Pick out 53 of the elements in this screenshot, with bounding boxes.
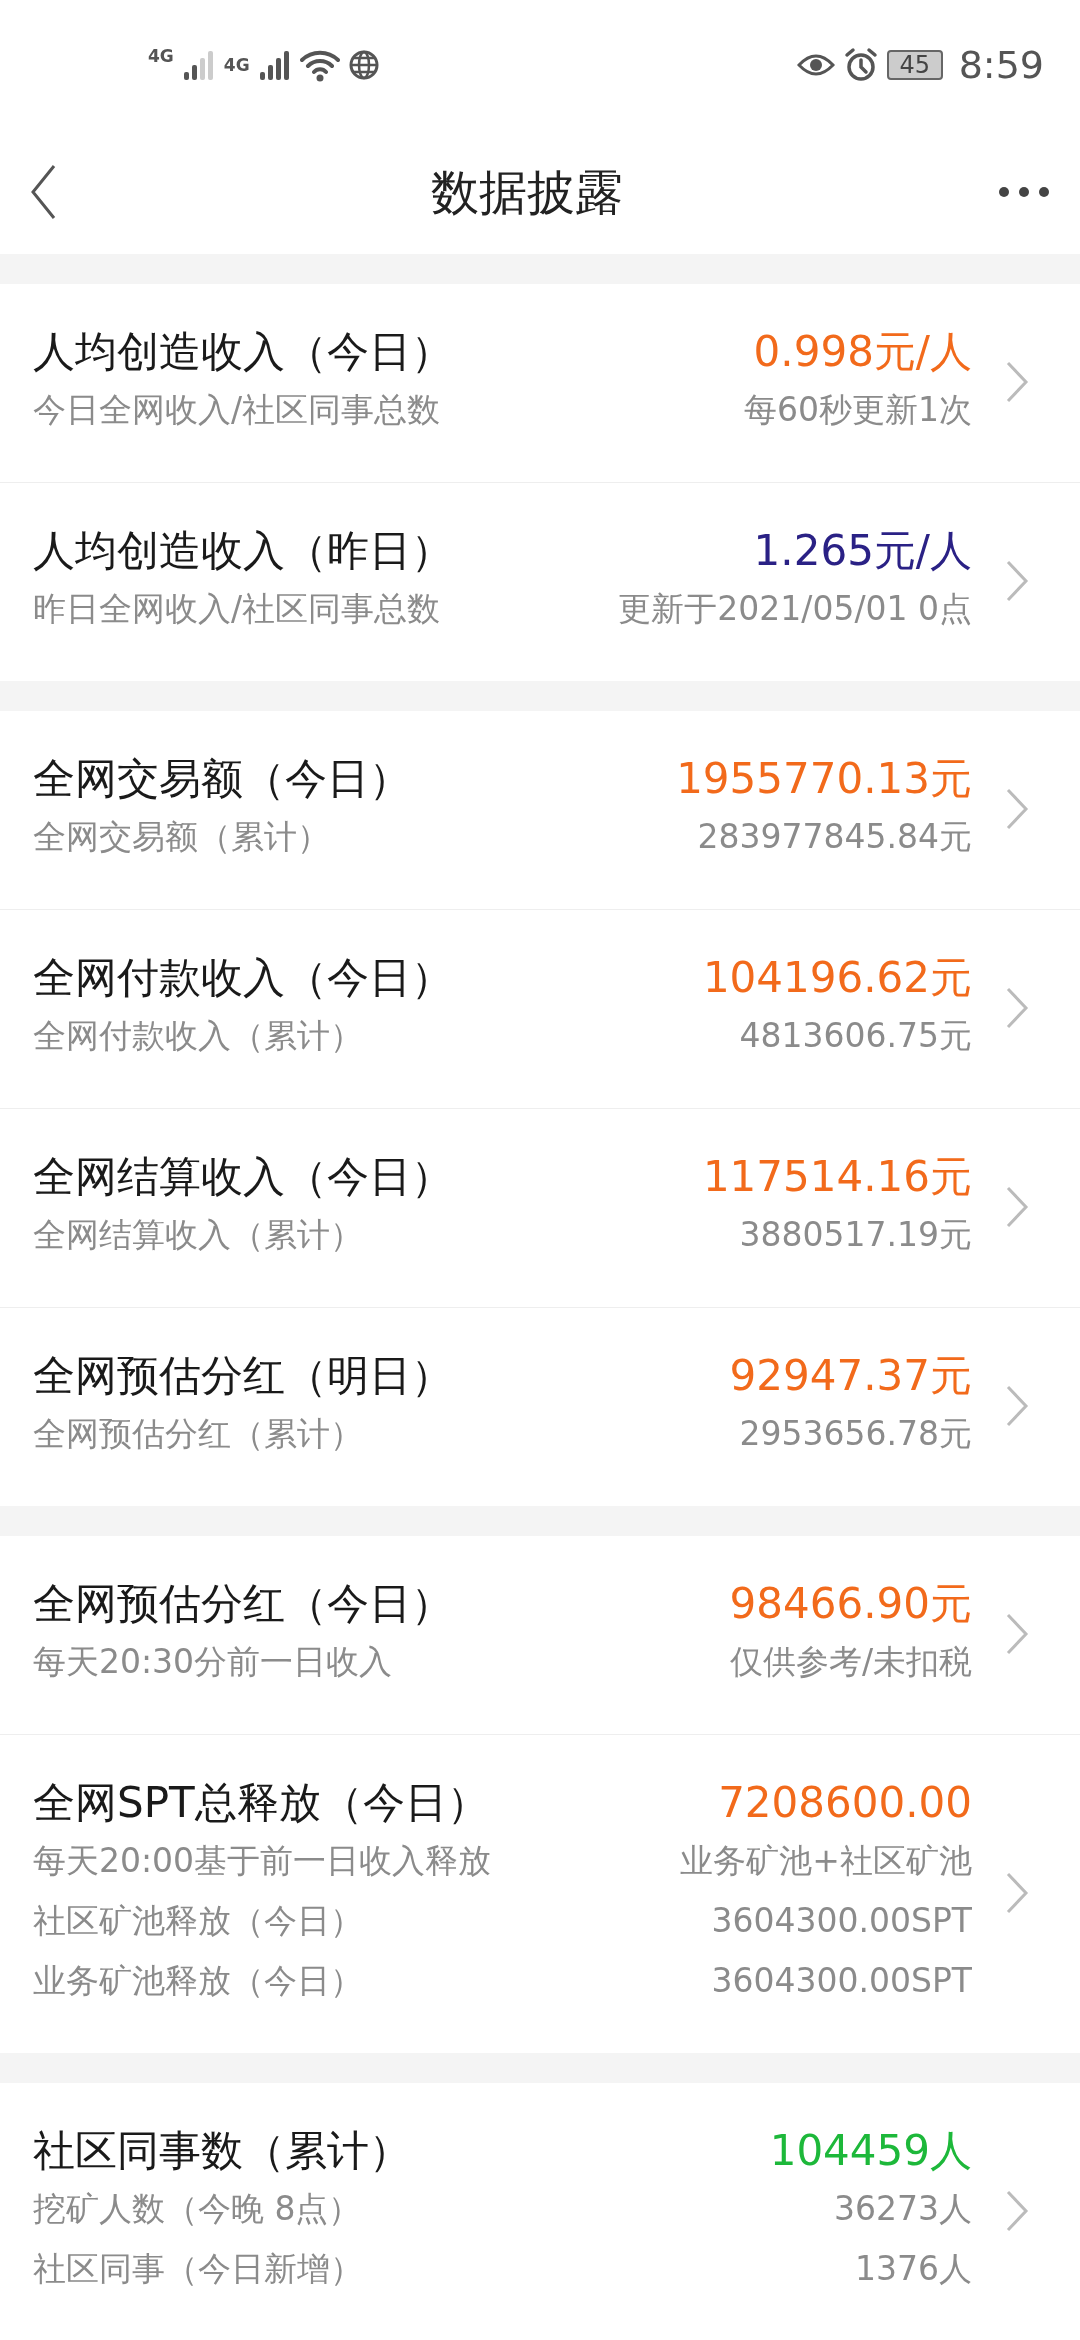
row-title: 社区同事数（累计） <box>33 2125 411 2177</box>
row-subtitle: 全网交易额（累计） <box>33 816 330 858</box>
row-detail: 3880517.19元 <box>739 1214 972 1256</box>
row-title: 全网预估分红（明日） <box>33 1350 453 1402</box>
row-subtitle: 社区矿池释放（今日） <box>33 1900 363 1942</box>
row-title: 人均创造收入（昨日） <box>33 525 453 577</box>
row-value: 92947.37元 <box>729 1350 972 1402</box>
row-detail: 更新于2021/05/01 0点 <box>618 588 972 630</box>
row-value: 1.265元/人 <box>753 525 972 577</box>
row-value: 7208600.00 <box>718 1777 972 1829</box>
row-detail: 仅供参考/未扣税 <box>729 1641 972 1683</box>
row-title: 全网预估分红（今日） <box>33 1578 453 1630</box>
more-icon[interactable] <box>998 185 1050 199</box>
row-value: 104196.62元 <box>702 952 972 1004</box>
row-title: 全网SPT总释放（今日） <box>33 1777 489 1829</box>
row-subtitle: 挖矿人数（今晚 8点） <box>33 2188 362 2230</box>
row-detail: 每60秒更新1次 <box>744 389 972 431</box>
row-subtitle: 昨日全网收入/社区同事总数 <box>33 588 441 630</box>
status-time: 8:59 <box>958 41 1044 89</box>
row-subtitle: 全网结算收入（累计） <box>33 1214 363 1256</box>
row-value: 117514.16元 <box>702 1151 972 1203</box>
row-subtitle: 全网预估分红（累计） <box>33 1413 363 1455</box>
wifi-icon <box>299 48 340 82</box>
row-subtitle: 今日全网收入/社区同事总数 <box>33 389 441 431</box>
row-subtitle: 社区同事（今日新增） <box>33 2248 363 2290</box>
row-value: 0.998元/人 <box>753 326 972 378</box>
row-subtitle: 业务矿池释放（今日） <box>33 1960 363 2002</box>
battery-icon: 45 <box>886 50 943 80</box>
network-label: 4G <box>223 56 250 74</box>
row-detail: 283977845.84元 <box>697 816 972 858</box>
row-title: 全网结算收入（今日） <box>33 1151 453 1203</box>
signal-icon <box>257 48 292 82</box>
alarm-clock-icon <box>842 47 879 83</box>
row-detail: 业务矿池+社区矿池 <box>680 1840 972 1882</box>
page-title: 数据披露 <box>431 163 623 222</box>
row-value: 98466.90元 <box>729 1578 972 1630</box>
row-detail: 3604300.00SPT <box>711 1900 972 1942</box>
row-subtitle: 全网付款收入（累计） <box>33 1015 363 1057</box>
row-title: 全网付款收入（今日） <box>33 952 453 1004</box>
back-icon[interactable] <box>30 164 56 220</box>
row-value: 1955770.13元 <box>676 753 972 805</box>
row-subtitle: 每天20:30分前一日收入 <box>33 1641 393 1683</box>
signal-icon <box>181 48 216 82</box>
row-detail: 2953656.78元 <box>739 1413 972 1455</box>
row-title: 人均创造收入（今日） <box>33 326 453 378</box>
row-title: 全网交易额（今日） <box>33 753 411 805</box>
network-label: 4G <box>148 48 174 65</box>
row-detail: 3604300.00SPT <box>711 1960 972 2002</box>
row-value: 104459人 <box>769 2125 972 2177</box>
row-detail: 36273人 <box>834 2188 972 2230</box>
row-subtitle: 每天20:00基于前一日收入释放 <box>33 1840 492 1882</box>
row-detail: 1376人 <box>855 2248 972 2290</box>
row-detail: 4813606.75元 <box>739 1015 972 1057</box>
